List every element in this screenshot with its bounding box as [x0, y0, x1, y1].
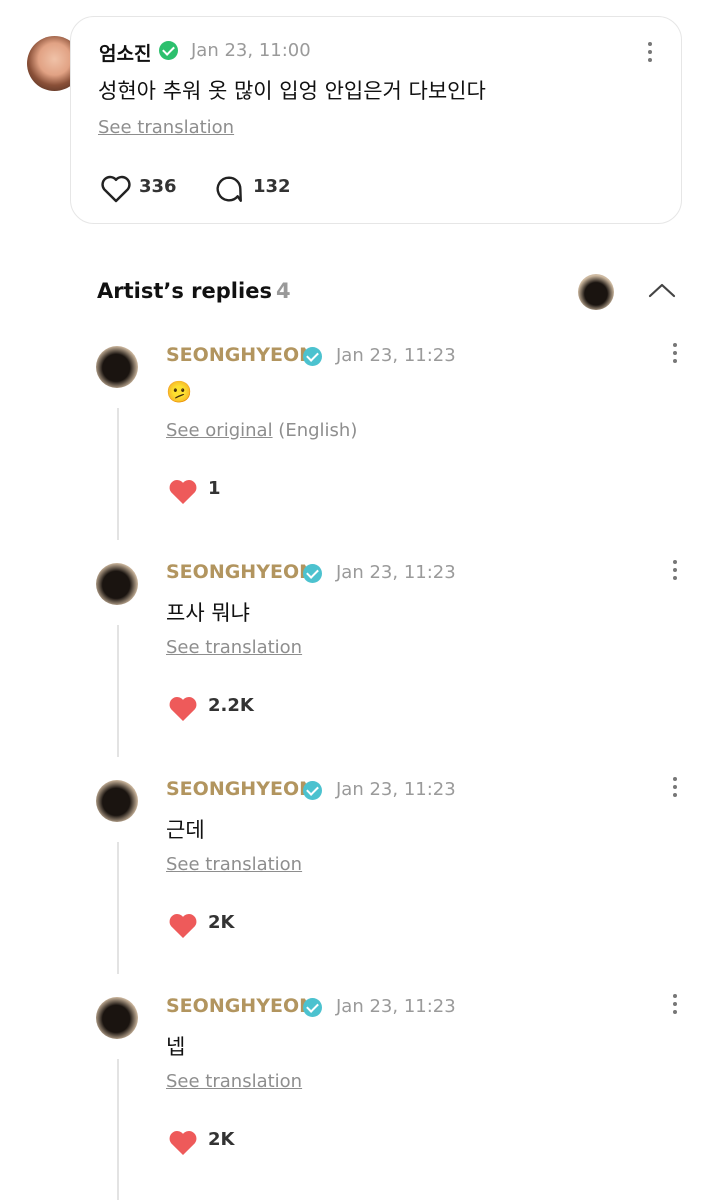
original-language-label: (English)	[272, 420, 358, 441]
more-options-icon[interactable]	[666, 557, 684, 583]
verified-badge-icon	[303, 781, 322, 800]
reply-author-avatar[interactable]	[96, 563, 138, 605]
reply-text: 프사 뭐냐	[166, 601, 250, 625]
verified-badge-icon	[303, 347, 322, 366]
thread-line	[117, 1059, 119, 1200]
reply-author-name[interactable]: SEONGHYEON	[166, 778, 315, 800]
verified-badge-icon	[303, 564, 322, 583]
reply-author-avatar[interactable]	[96, 346, 138, 388]
reply-author-name[interactable]: SEONGHYEON	[166, 561, 315, 583]
reply-text: 근데	[166, 818, 205, 842]
reply-text: 🫤	[166, 380, 193, 404]
comment-bubble-icon[interactable]	[213, 173, 245, 205]
post-timestamp: Jan 23, 11:00	[191, 40, 311, 61]
see-translation-link[interactable]: See translation	[166, 1071, 302, 1092]
heart-filled-icon[interactable]	[166, 910, 200, 940]
reply-like-count: 1	[208, 478, 221, 499]
heart-outline-icon[interactable]	[99, 173, 133, 203]
reply-author-avatar[interactable]	[96, 997, 138, 1039]
see-original-link[interactable]: See original	[166, 420, 273, 441]
reply-item: SEONGHYEON Jan 23, 11:23 근데 See translat…	[0, 777, 710, 980]
verified-badge-icon	[159, 41, 178, 60]
artist-replies-title: Artist’s replies	[97, 279, 272, 303]
reply-author-name[interactable]: SEONGHYEON	[166, 344, 315, 366]
heart-filled-icon[interactable]	[166, 476, 200, 506]
reply-item: SEONGHYEON Jan 23, 11:23 넵 See translati…	[0, 994, 710, 1200]
reply-author-name[interactable]: SEONGHYEON	[166, 995, 315, 1017]
artist-replies-count: 4	[275, 279, 291, 303]
reply-like-count: 2K	[208, 912, 235, 933]
reply-translation-row: See translation	[166, 854, 302, 875]
reply-timestamp: Jan 23, 11:23	[336, 562, 456, 583]
more-options-icon[interactable]	[666, 774, 684, 800]
reply-item: SEONGHYEON Jan 23, 11:23 🫤 See original …	[0, 343, 710, 546]
reply-translation-row: See translation	[166, 1071, 302, 1092]
reply-author-avatar[interactable]	[96, 780, 138, 822]
artist-replies-heading: Artist’s replies 4	[97, 279, 291, 303]
post-text: 성현아 추워 옷 많이 입엉 안입은거 다보인다	[98, 79, 486, 103]
post-comment-count: 132	[253, 176, 291, 197]
reply-like-count: 2.2K	[208, 695, 254, 716]
reply-item: SEONGHYEON Jan 23, 11:23 프사 뭐냐 See trans…	[0, 560, 710, 763]
reply-translation-row: See original (English)	[166, 420, 357, 441]
verified-badge-icon	[303, 998, 322, 1017]
thread-line	[117, 842, 119, 974]
reply-translation-row: See translation	[166, 637, 302, 658]
post-author-name[interactable]: 엄소진	[99, 39, 151, 66]
reply-text: 넵	[166, 1035, 186, 1059]
post-like-count: 336	[139, 176, 177, 197]
reply-like-count: 2K	[208, 1129, 235, 1150]
more-options-icon[interactable]	[666, 991, 684, 1017]
artist-avatar-thumbnail[interactable]	[578, 274, 614, 310]
more-options-icon[interactable]	[641, 39, 659, 65]
more-options-icon[interactable]	[666, 340, 684, 366]
see-translation-link[interactable]: See translation	[166, 637, 302, 658]
heart-filled-icon[interactable]	[166, 1127, 200, 1157]
reply-timestamp: Jan 23, 11:23	[336, 345, 456, 366]
heart-filled-icon[interactable]	[166, 693, 200, 723]
thread-line	[117, 625, 119, 757]
chevron-up-icon[interactable]	[646, 280, 678, 302]
reply-timestamp: Jan 23, 11:23	[336, 996, 456, 1017]
post-card: 엄소진 Jan 23, 11:00 성현아 추워 옷 많이 입엉 안입은거 다보…	[70, 16, 682, 224]
see-translation-link[interactable]: See translation	[98, 117, 234, 138]
see-translation-link[interactable]: See translation	[166, 854, 302, 875]
reply-timestamp: Jan 23, 11:23	[336, 779, 456, 800]
thread-line	[117, 408, 119, 540]
